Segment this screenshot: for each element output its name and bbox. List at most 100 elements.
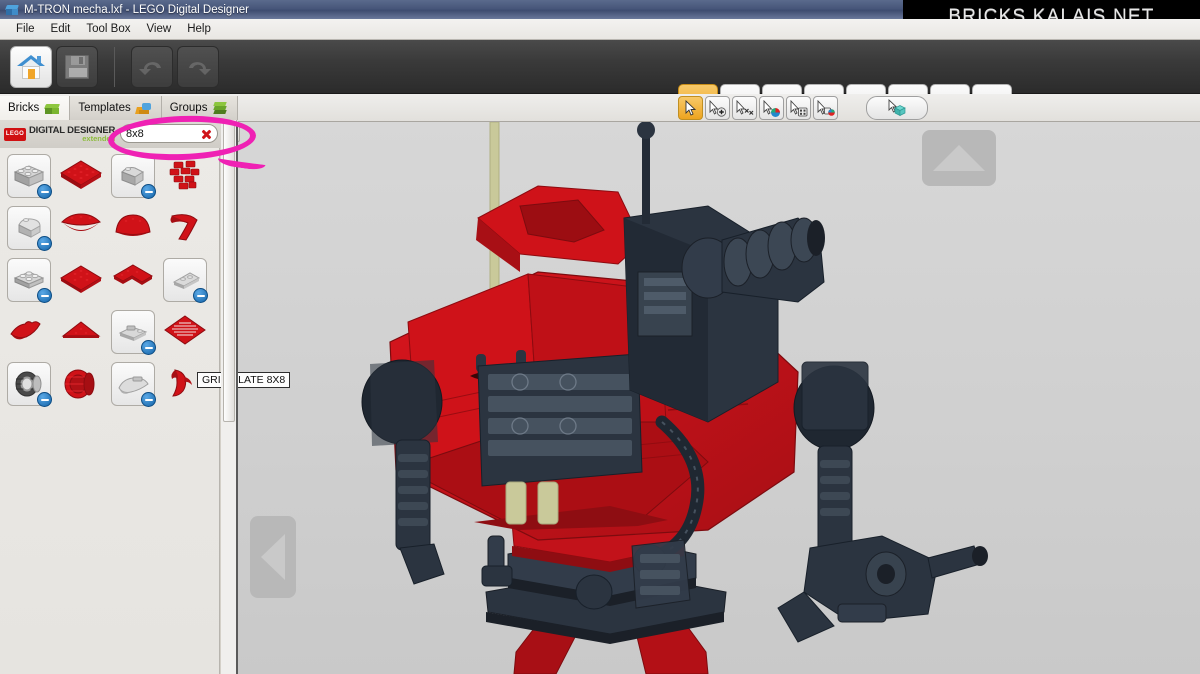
- collapse-category-badge[interactable]: [193, 288, 208, 303]
- ldd-application-window: M-TRON mecha.lxf - LEGO Digital Designer…: [0, 0, 1200, 674]
- cluster-part: [169, 160, 200, 190]
- search-clear-icon[interactable]: [200, 128, 212, 140]
- palette-cell[interactable]: [107, 306, 159, 358]
- palette-cell[interactable]: [159, 202, 211, 254]
- palette-cell[interactable]: [55, 306, 107, 358]
- lego-brick-icon: [5, 3, 19, 17]
- model-canvas[interactable]: [238, 122, 1200, 674]
- palette-cell[interactable]: [3, 306, 55, 358]
- select-connected-mode[interactable]: [786, 96, 811, 120]
- brick-stack-icon: [212, 101, 229, 116]
- collapse-category-badge[interactable]: [37, 236, 52, 251]
- palette-cell[interactable]: [159, 150, 211, 202]
- select-same-color-mode[interactable]: [759, 96, 784, 120]
- view-up-button[interactable]: [922, 130, 996, 186]
- cursor-color-icon: [763, 99, 780, 117]
- collapse-category-badge[interactable]: [37, 184, 52, 199]
- redo-button[interactable]: [177, 46, 219, 88]
- menu-bar: File Edit Tool Box View Help: [0, 19, 1200, 40]
- triangle-wedge-part: [61, 321, 101, 338]
- menu-item-toolbox[interactable]: Tool Box: [78, 21, 138, 37]
- triangle-left-icon: [261, 534, 285, 580]
- templates-icon: [134, 101, 153, 116]
- brick-palette-panel: LEGO DIGITAL DESIGNER extended ◂◂: [0, 120, 291, 674]
- dish-8x8-inverted: [61, 213, 101, 231]
- save-button[interactable]: [56, 46, 98, 88]
- search-input[interactable]: [126, 127, 200, 140]
- undo-button[interactable]: [131, 46, 173, 88]
- cursor-connected-icon: [790, 99, 808, 116]
- collapse-category-badge[interactable]: [141, 340, 156, 355]
- plate-8x8-corner: [112, 264, 153, 285]
- home-button[interactable]: [10, 46, 52, 88]
- brick-grid: [0, 148, 220, 648]
- palette-cell[interactable]: [107, 202, 159, 254]
- select-all-bricks-button[interactable]: [866, 96, 928, 120]
- triangle-up-icon: [933, 145, 985, 171]
- palette-cell[interactable]: [3, 150, 55, 202]
- palette-cell[interactable]: [55, 150, 107, 202]
- tyre-part: [64, 369, 95, 399]
- search-box[interactable]: [120, 124, 218, 143]
- arch-curve-part: [170, 214, 198, 241]
- palette-cell[interactable]: [107, 254, 159, 306]
- vehicle-category[interactable]: [111, 362, 156, 407]
- palette-cell[interactable]: [55, 202, 107, 254]
- ldd-logo: LEGO DIGITAL DESIGNER extended: [4, 126, 115, 142]
- wheel-category[interactable]: [7, 362, 52, 407]
- panel-canvas-divider: [236, 122, 238, 674]
- collapse-category-badge[interactable]: [141, 392, 156, 407]
- tab-templates[interactable]: Templates: [70, 96, 162, 120]
- palette-scrollbar-thumb[interactable]: [223, 122, 235, 422]
- collapse-category-badge[interactable]: [37, 392, 52, 407]
- cursor-brick-icon: [888, 99, 906, 117]
- bracket-category[interactable]: [111, 310, 156, 355]
- curved-slope-category[interactable]: [7, 206, 52, 251]
- brick-category[interactable]: [7, 154, 52, 199]
- grid-plate-8x8: [164, 315, 206, 345]
- plate-category[interactable]: [7, 258, 52, 303]
- palette-header: LEGO DIGITAL DESIGNER extended ◂◂: [0, 120, 240, 148]
- collapse-category-badge[interactable]: [37, 288, 52, 303]
- select-same-shape-mode[interactable]: [732, 96, 757, 120]
- menu-item-view[interactable]: View: [138, 21, 179, 37]
- select-add-mode[interactable]: [705, 96, 730, 120]
- palette-scrollbar[interactable]: [221, 120, 237, 674]
- slope-category[interactable]: [111, 154, 156, 199]
- palette-cell[interactable]: [3, 254, 55, 306]
- window-title: M-TRON mecha.lxf - LEGO Digital Designer: [24, 3, 249, 16]
- tab-templates-label: Templates: [78, 102, 131, 114]
- part-tooltip: GRID PLATE 8X8: [197, 372, 291, 388]
- palette-cell[interactable]: [107, 358, 159, 410]
- home-icon: [17, 54, 45, 80]
- tab-groups[interactable]: Groups: [161, 96, 239, 120]
- toolbar-divider: [114, 47, 115, 87]
- select-single-mode[interactable]: [678, 96, 703, 120]
- select-shape-color-mode[interactable]: [813, 96, 838, 120]
- menu-item-help[interactable]: Help: [179, 21, 219, 37]
- palette-cell[interactable]: [3, 358, 55, 410]
- cursor-icon: [685, 100, 697, 116]
- tab-groups-label: Groups: [169, 102, 208, 114]
- palette-cell[interactable]: [55, 358, 107, 410]
- palette-cell[interactable]: [159, 254, 211, 306]
- plate-8x8: [60, 160, 102, 189]
- palette-cell[interactable]: [107, 150, 159, 202]
- palette-cell[interactable]: [159, 306, 211, 358]
- curved-slope-part: [115, 214, 151, 236]
- menu-item-file[interactable]: File: [8, 21, 43, 37]
- palette-cell[interactable]: [3, 202, 55, 254]
- plate-8x8-flat: [60, 265, 102, 293]
- redo-arrow-icon: [185, 55, 211, 79]
- green-brick-icon: [44, 101, 61, 116]
- view-left-button[interactable]: [250, 516, 296, 598]
- selection-mode-group: [678, 96, 928, 120]
- collapse-category-badge[interactable]: [141, 184, 156, 199]
- menu-item-edit[interactable]: Edit: [43, 21, 79, 37]
- wedge-plate-category[interactable]: [163, 258, 208, 303]
- main-toolbar: [0, 40, 1200, 130]
- panel-tabs: Bricks Templates Groups: [0, 96, 239, 120]
- tab-bricks[interactable]: Bricks: [0, 96, 71, 120]
- cursor-plus-icon: [709, 99, 727, 117]
- palette-cell[interactable]: [55, 254, 107, 306]
